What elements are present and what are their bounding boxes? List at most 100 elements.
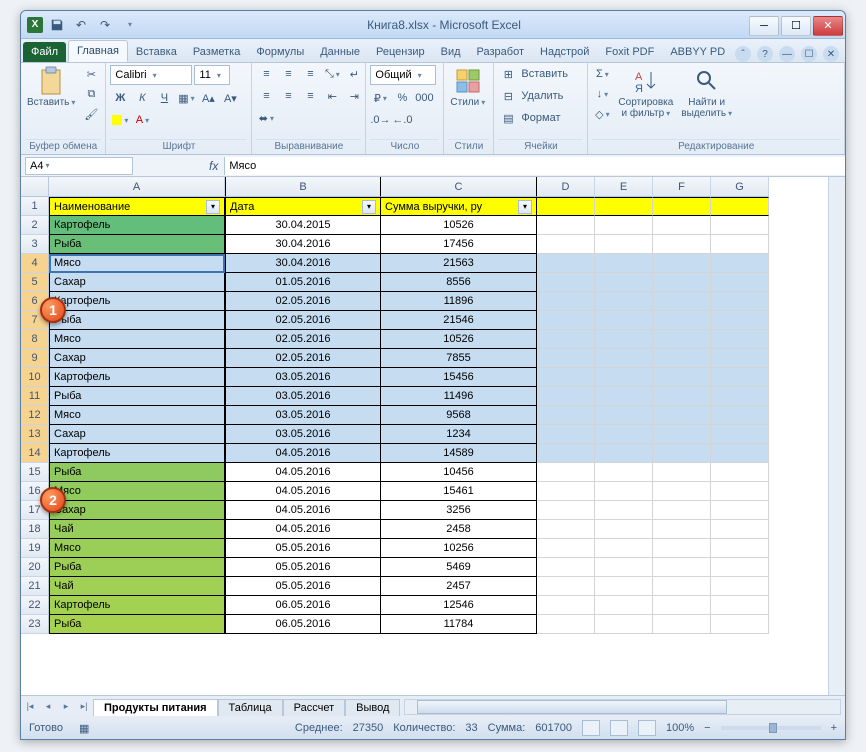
- empty-cell[interactable]: [595, 596, 653, 615]
- font-color-button[interactable]: A: [132, 111, 152, 129]
- empty-cell[interactable]: [653, 596, 711, 615]
- close-button[interactable]: ✕: [813, 16, 843, 36]
- empty-cell[interactable]: [537, 330, 595, 349]
- grow-font-button[interactable]: A▴: [198, 89, 218, 107]
- row-header[interactable]: 11: [21, 387, 49, 406]
- cell-date[interactable]: 02.05.2016: [225, 349, 381, 368]
- empty-cell[interactable]: [711, 482, 769, 501]
- sheet-tab-1[interactable]: Таблица: [218, 699, 283, 716]
- doc-max-button[interactable]: ☐: [801, 46, 817, 62]
- empty-cell[interactable]: [537, 425, 595, 444]
- row-header-1[interactable]: 1: [21, 197, 49, 216]
- cell-name[interactable]: Мясо: [49, 254, 225, 273]
- tab-layout[interactable]: Разметка: [185, 42, 249, 62]
- cell-date[interactable]: 30.04.2016: [225, 254, 381, 273]
- row-header[interactable]: 2: [21, 216, 49, 235]
- cell-date[interactable]: 30.04.2016: [225, 235, 381, 254]
- cell-sum[interactable]: 8556: [381, 273, 537, 292]
- empty-cell[interactable]: [537, 197, 595, 216]
- empty-cell[interactable]: [711, 501, 769, 520]
- qat-undo-button[interactable]: ↶: [71, 15, 91, 35]
- empty-cell[interactable]: [653, 406, 711, 425]
- cell-name[interactable]: Сахар: [49, 501, 225, 520]
- minimize-ribbon-button[interactable]: ˆ: [735, 46, 751, 62]
- row-header[interactable]: 21: [21, 577, 49, 596]
- cell-name[interactable]: Мясо: [49, 406, 225, 425]
- tab-file[interactable]: Файл: [23, 42, 66, 62]
- row-header[interactable]: 8: [21, 330, 49, 349]
- tab-addins[interactable]: Надстрой: [532, 42, 597, 62]
- comma-button[interactable]: 000: [414, 89, 434, 107]
- col-header-b[interactable]: B: [225, 177, 381, 197]
- qat-save-button[interactable]: [47, 15, 67, 35]
- col-header-a[interactable]: A: [49, 177, 225, 197]
- row-header[interactable]: 23: [21, 615, 49, 634]
- empty-cell[interactable]: [653, 311, 711, 330]
- header-cell-date[interactable]: Дата▾: [225, 197, 381, 216]
- cell-sum[interactable]: 17456: [381, 235, 537, 254]
- vertical-scrollbar[interactable]: [828, 177, 845, 695]
- cell-date[interactable]: 06.05.2016: [225, 615, 381, 634]
- sheet-nav-last[interactable]: ▸|: [75, 698, 93, 716]
- empty-cell[interactable]: [711, 273, 769, 292]
- doc-close-button[interactable]: ✕: [823, 46, 839, 62]
- formula-input[interactable]: [224, 157, 845, 175]
- status-macro-icon[interactable]: ▦: [79, 722, 89, 735]
- empty-cell[interactable]: [537, 254, 595, 273]
- row-header[interactable]: 14: [21, 444, 49, 463]
- empty-cell[interactable]: [537, 539, 595, 558]
- empty-cell[interactable]: [595, 292, 653, 311]
- empty-cell[interactable]: [711, 406, 769, 425]
- empty-cell[interactable]: [595, 425, 653, 444]
- shrink-font-button[interactable]: A▾: [220, 89, 240, 107]
- cell-sum[interactable]: 1234: [381, 425, 537, 444]
- empty-cell[interactable]: [595, 539, 653, 558]
- bold-button[interactable]: Ж: [110, 89, 130, 107]
- copy-button[interactable]: ⧉: [81, 85, 101, 103]
- empty-cell[interactable]: [595, 615, 653, 634]
- cell-sum[interactable]: 15461: [381, 482, 537, 501]
- tab-developer[interactable]: Разработ: [469, 42, 532, 62]
- cell-name[interactable]: Картофель: [49, 444, 225, 463]
- cut-button[interactable]: ✂: [81, 65, 101, 83]
- view-layout-button[interactable]: [610, 720, 628, 736]
- tab-home[interactable]: Главная: [68, 40, 128, 62]
- find-select-button[interactable]: Найти и выделить: [679, 65, 734, 121]
- cell-sum[interactable]: 14589: [381, 444, 537, 463]
- row-header[interactable]: 12: [21, 406, 49, 425]
- empty-cell[interactable]: [537, 349, 595, 368]
- empty-cell[interactable]: [595, 216, 653, 235]
- minimize-button[interactable]: ─: [749, 16, 779, 36]
- empty-cell[interactable]: [537, 596, 595, 615]
- align-bot-button[interactable]: ≡: [300, 65, 320, 83]
- empty-cell[interactable]: [711, 292, 769, 311]
- cell-name[interactable]: Картофель: [49, 216, 225, 235]
- cell-date[interactable]: 30.04.2015: [225, 216, 381, 235]
- align-center-button[interactable]: ≡: [278, 87, 298, 105]
- cell-date[interactable]: 03.05.2016: [225, 368, 381, 387]
- empty-cell[interactable]: [595, 368, 653, 387]
- percent-button[interactable]: %: [392, 89, 412, 107]
- empty-cell[interactable]: [537, 273, 595, 292]
- fx-icon[interactable]: fx: [209, 159, 218, 173]
- header-cell-sum[interactable]: Сумма выручки, ру▾: [381, 197, 537, 216]
- empty-cell[interactable]: [537, 235, 595, 254]
- col-header-e[interactable]: E: [595, 177, 653, 197]
- cell-date[interactable]: 03.05.2016: [225, 406, 381, 425]
- cell-name[interactable]: Чай: [49, 520, 225, 539]
- cell-name[interactable]: Рыба: [49, 235, 225, 254]
- empty-cell[interactable]: [537, 387, 595, 406]
- empty-cell[interactable]: [653, 482, 711, 501]
- cell-date[interactable]: 05.05.2016: [225, 577, 381, 596]
- empty-cell[interactable]: [711, 596, 769, 615]
- cell-name[interactable]: Чай: [49, 577, 225, 596]
- cell-name[interactable]: Рыба: [49, 463, 225, 482]
- cell-sum[interactable]: 10526: [381, 330, 537, 349]
- empty-cell[interactable]: [711, 216, 769, 235]
- cell-sum[interactable]: 11784: [381, 615, 537, 634]
- empty-cell[interactable]: [653, 615, 711, 634]
- cell-name[interactable]: Картофель: [49, 596, 225, 615]
- row-header[interactable]: 13: [21, 425, 49, 444]
- empty-cell[interactable]: [711, 615, 769, 634]
- cell-date[interactable]: 03.05.2016: [225, 425, 381, 444]
